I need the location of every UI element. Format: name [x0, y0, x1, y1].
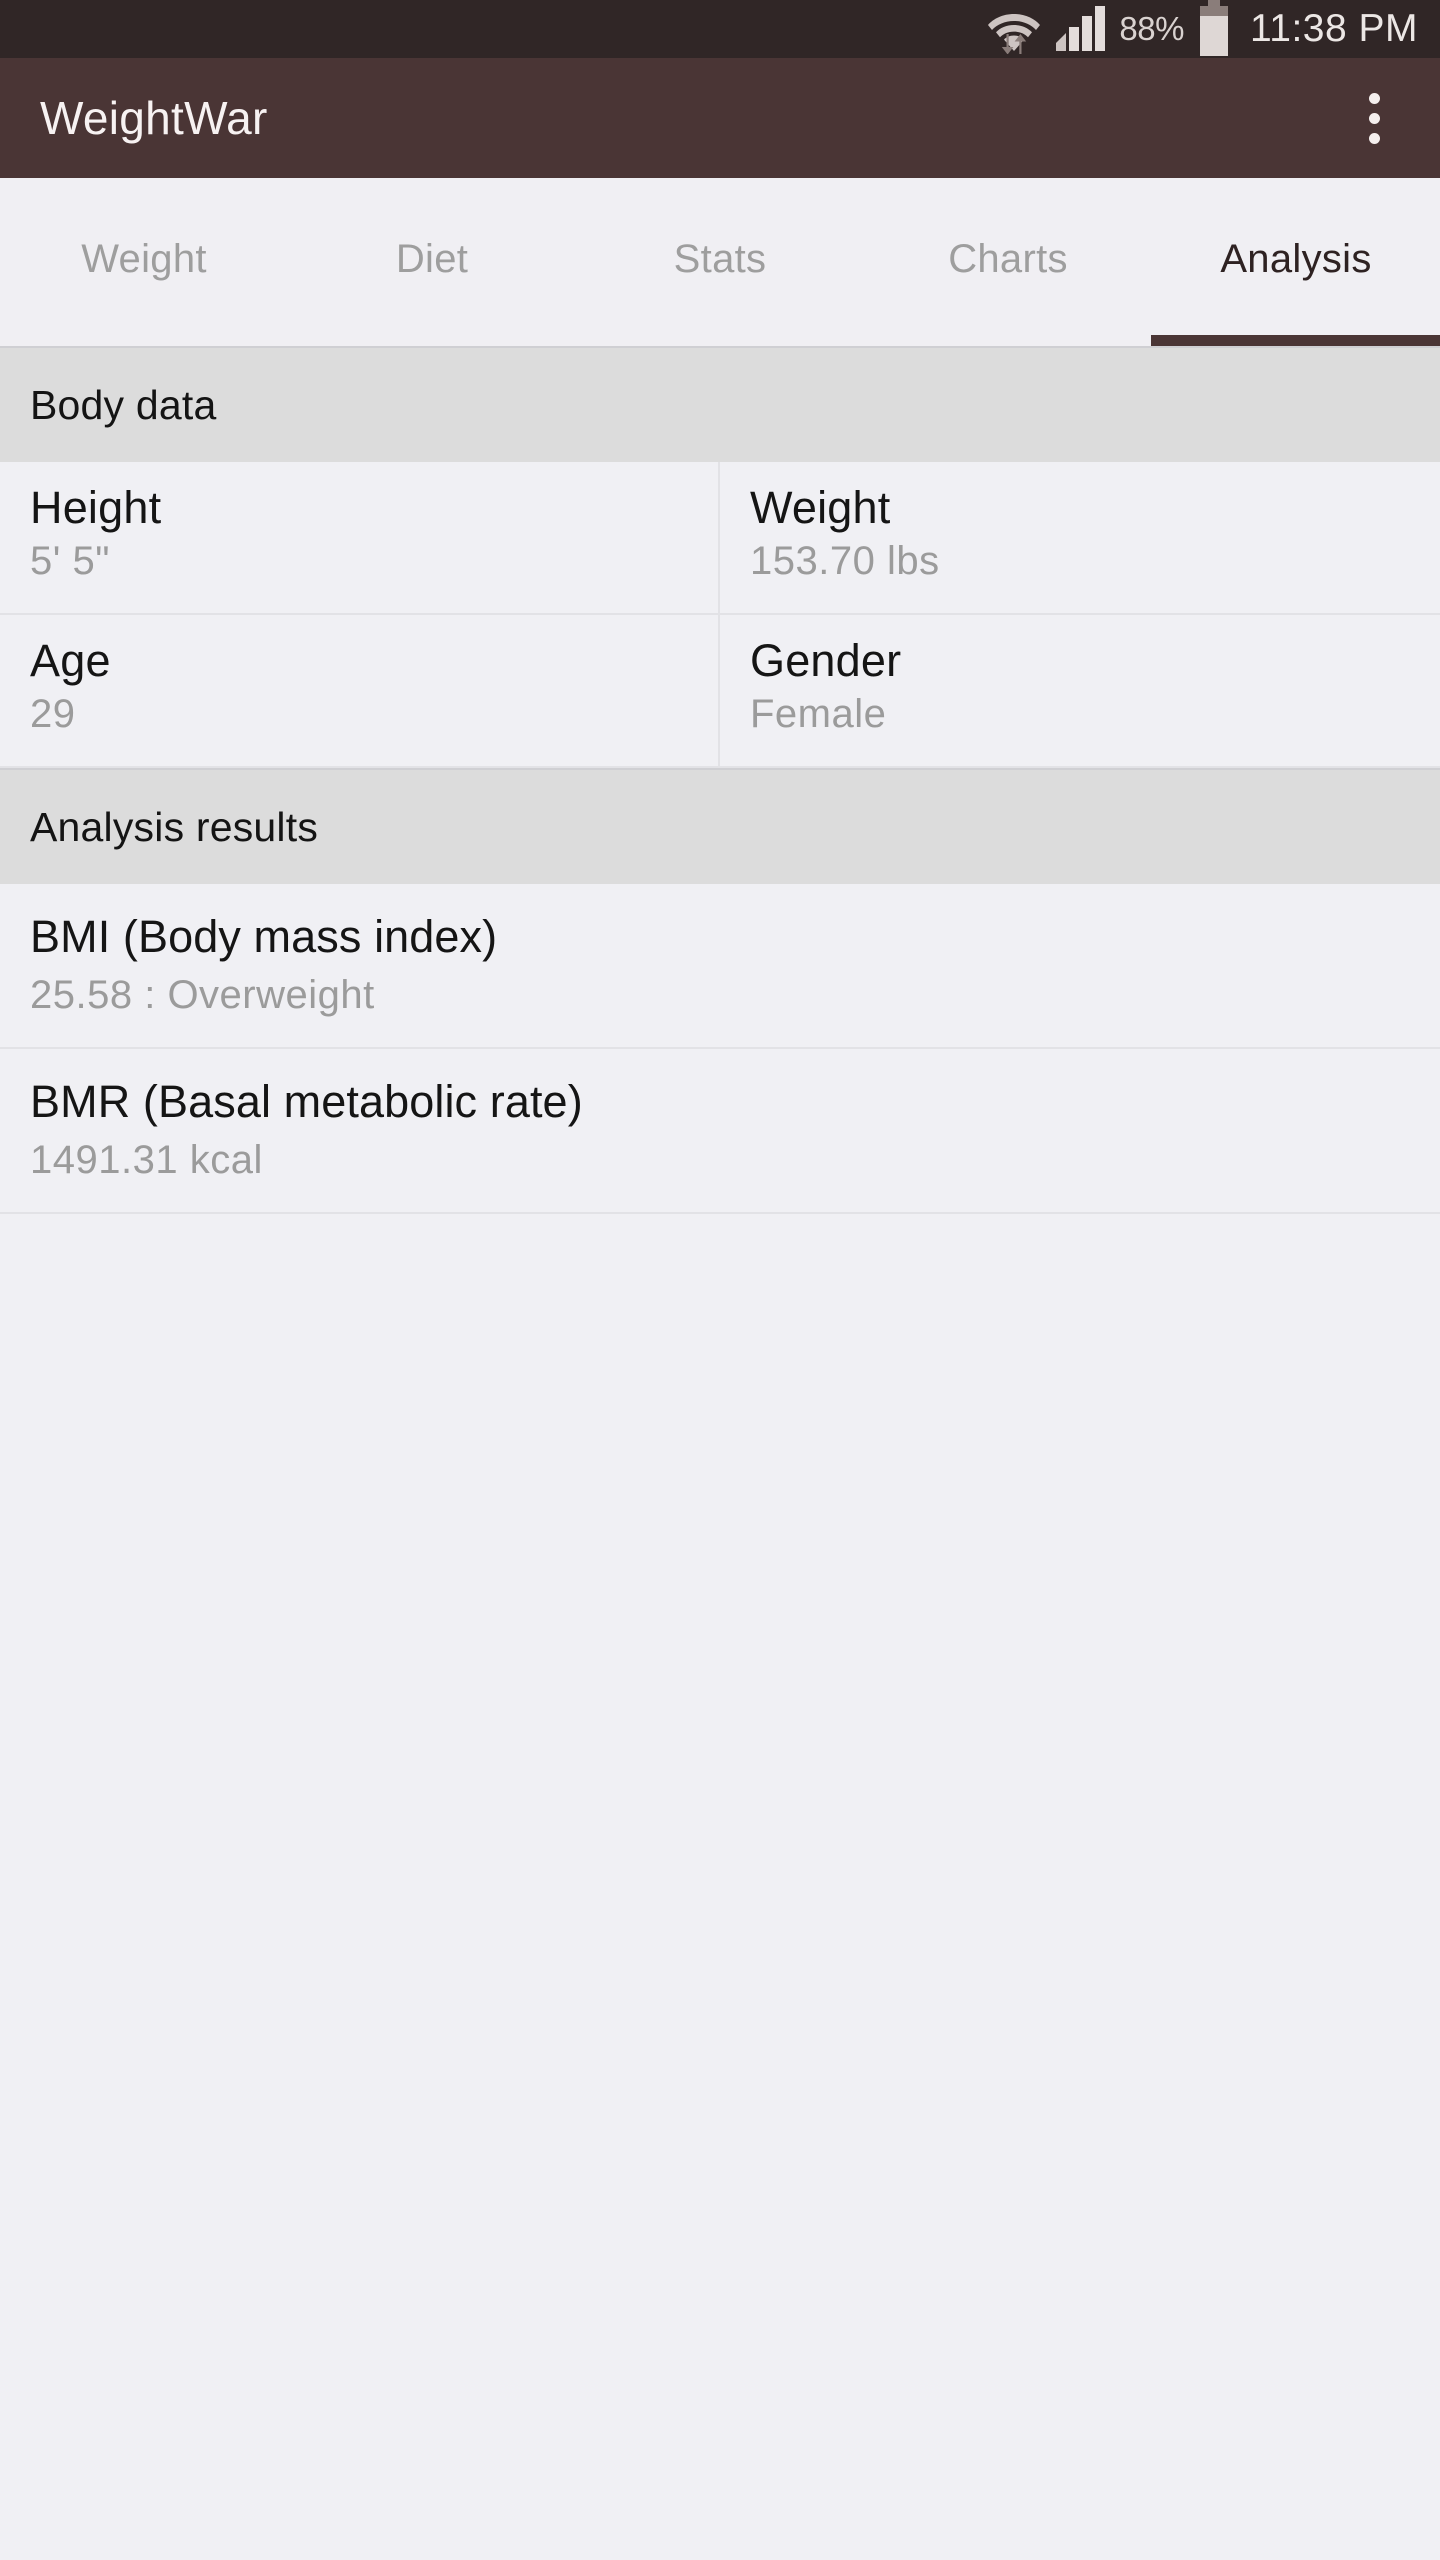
field-height[interactable]: Height 5' 5" [0, 462, 720, 613]
result-label: BMR (Basal metabolic rate) [30, 1075, 583, 1127]
tab-weight[interactable]: Weight [0, 178, 288, 346]
overflow-menu-icon[interactable] [1344, 72, 1404, 164]
battery-icon [1199, 0, 1228, 56]
battery-percentage-label: 88% [1119, 10, 1184, 47]
tab-active-indicator [1151, 335, 1440, 346]
field-age[interactable]: Age 29 [0, 615, 720, 766]
field-label: Height [30, 482, 162, 533]
overflow-dot [1368, 132, 1380, 144]
field-label: Gender [750, 635, 902, 686]
tab-analysis[interactable]: Analysis [1152, 178, 1440, 346]
section-header-analysis-results: Analysis results [0, 768, 1440, 884]
empty-content-area [0, 1213, 1440, 2560]
result-label: BMI (Body mass index) [30, 911, 498, 962]
tab-label: Analysis [1220, 236, 1372, 281]
status-bar-clock: 11:38 PM [1249, 7, 1418, 50]
field-value: 5' 5" [30, 538, 110, 583]
field-label: Age [30, 635, 111, 686]
tab-label: Diet [395, 236, 469, 281]
wifi-icon [988, 14, 1041, 54]
field-value: Female [750, 691, 887, 736]
tab-bar: Weight Diet Stats Charts Analysis [0, 178, 1440, 346]
status-bar: 88% 11:38 PM [0, 0, 1440, 58]
status-bar-icons: 88% 11:38 PM [987, 0, 1418, 58]
body-data-row-2: Age 29 Gender Female [0, 615, 1440, 768]
overflow-dot [1368, 92, 1380, 104]
field-value: 29 [30, 691, 76, 736]
result-row-bmi[interactable]: BMI (Body mass index) 25.58 : Overweight [0, 884, 1440, 1049]
field-weight[interactable]: Weight 153.70 lbs [720, 462, 1440, 613]
tab-label: Charts [948, 236, 1068, 281]
overflow-dot [1368, 112, 1380, 124]
tab-charts[interactable]: Charts [864, 178, 1152, 346]
section-header-label: Analysis results [30, 803, 319, 850]
section-header-label: Body data [30, 381, 217, 428]
result-value: 1491.31 kcal [30, 1137, 263, 1182]
cellular-signal-icon [1056, 6, 1106, 51]
field-value: 153.70 lbs [750, 538, 940, 583]
result-row-bmr[interactable]: BMR (Basal metabolic rate) 1491.31 kcal [0, 1048, 1440, 1214]
result-value: 25.58 : Overweight [30, 972, 375, 1017]
tab-label: Stats [673, 236, 767, 281]
app-screen: 88% 11:38 PM WeightWar Weight Diet Stats [0, 0, 1440, 2560]
body-data-row-1: Height 5' 5" Weight 153.70 lbs [0, 462, 1440, 615]
app-bar: WeightWar [0, 58, 1440, 178]
field-label: Weight [750, 482, 891, 533]
tab-diet[interactable]: Diet [288, 178, 576, 346]
app-title: WeightWar [40, 92, 268, 144]
section-header-body-data: Body data [0, 346, 1440, 462]
tab-stats[interactable]: Stats [576, 178, 864, 346]
tab-label: Weight [81, 236, 207, 281]
field-gender[interactable]: Gender Female [720, 615, 1440, 766]
